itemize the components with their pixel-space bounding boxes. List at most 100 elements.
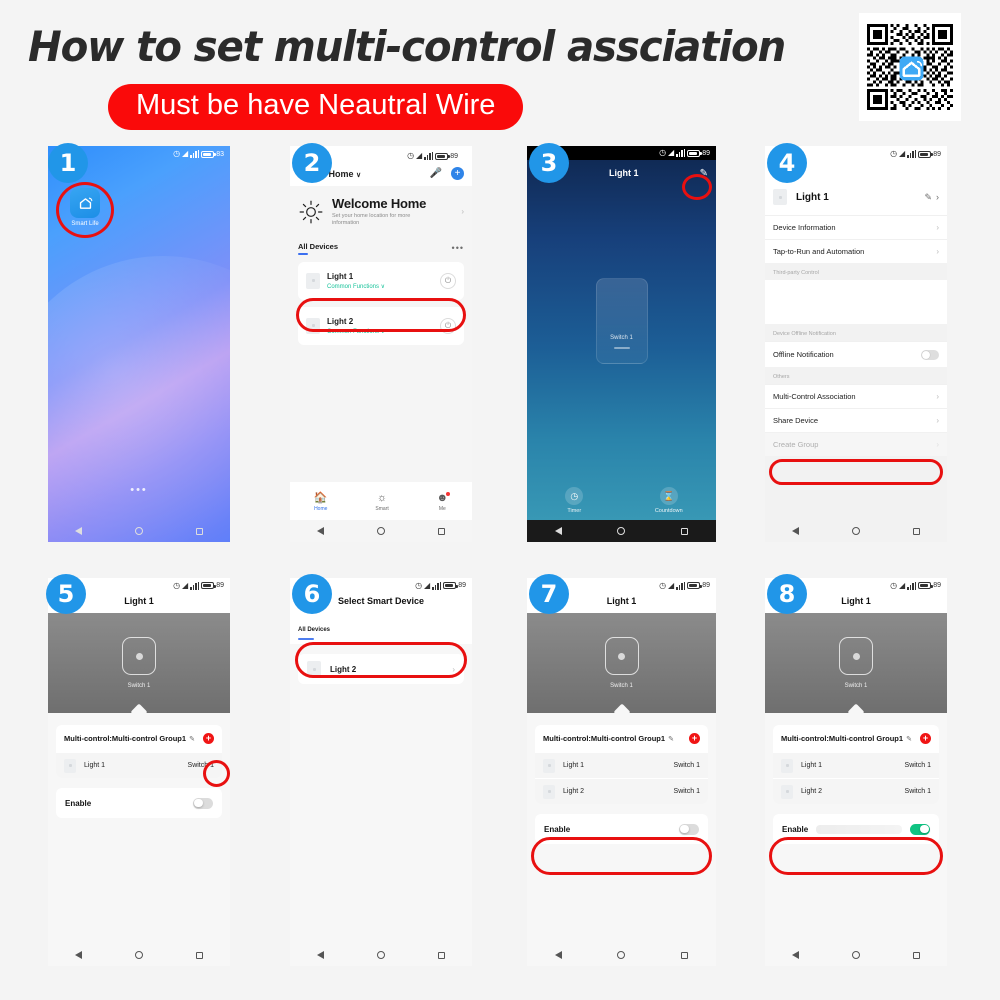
enable-toggle[interactable]	[910, 823, 930, 835]
add-device-button[interactable]: +	[203, 733, 214, 744]
pencil-edit-icon[interactable]: ✎	[700, 168, 708, 179]
enable-toggle[interactable]	[193, 797, 213, 809]
switch-label: Switch 1	[610, 335, 633, 341]
device-hero-area: Switch 1	[48, 613, 230, 721]
android-back-icon[interactable]	[316, 951, 324, 959]
switch-button[interactable]	[122, 637, 156, 675]
switch-label: Switch 1	[844, 683, 868, 689]
smart-life-app-icon[interactable]	[70, 188, 100, 218]
pencil-edit-icon[interactable]: ✎	[189, 735, 195, 743]
row-offline-notification[interactable]: Offline Notification	[765, 341, 947, 367]
battery-icon	[687, 582, 703, 589]
enable-toggle[interactable]	[679, 823, 699, 835]
chevron-right-icon: ›	[936, 223, 939, 232]
row-tap-to-run[interactable]: Tap-to-Run and Automation ›	[765, 239, 947, 263]
battery-percent: 83	[216, 150, 224, 158]
qr-code	[859, 13, 961, 121]
android-home-icon[interactable]	[376, 951, 385, 959]
tab-all-devices[interactable]: All Devices	[298, 242, 338, 255]
android-recents-icon[interactable]	[913, 527, 921, 535]
group-member-row[interactable]: Light 1 Switch 1	[535, 752, 708, 778]
add-device-button[interactable]: +	[451, 167, 464, 180]
enable-card[interactable]: Enable	[56, 788, 222, 818]
android-home-icon[interactable]	[376, 527, 385, 535]
tab-me[interactable]: ☻ Me	[437, 492, 451, 512]
step-badge-1: 1	[48, 143, 88, 183]
microphone-icon[interactable]: 🎤	[430, 168, 442, 179]
power-icon[interactable]: ⏻	[440, 317, 456, 334]
row-create-group[interactable]: Create Group ›	[765, 432, 947, 456]
android-recents-icon[interactable]	[196, 527, 204, 535]
battery-icon	[201, 582, 217, 589]
android-home-icon[interactable]	[617, 951, 626, 959]
pencil-edit-icon[interactable]: ✎	[668, 735, 674, 743]
pencil-edit-icon[interactable]: ✎	[924, 192, 932, 203]
android-recents-icon[interactable]	[681, 951, 689, 959]
wifi-icon: ◢	[668, 580, 675, 590]
row-share-device[interactable]: Share Device ›	[765, 408, 947, 432]
android-back-icon[interactable]	[791, 951, 799, 959]
switch-button[interactable]	[839, 637, 873, 675]
android-home-icon[interactable]	[851, 527, 860, 535]
device-card-light-2[interactable]: Light 2 Common Functions ∨ ⏻	[298, 306, 464, 345]
group-member-row[interactable]: Light 1 Switch 1	[56, 752, 222, 778]
android-back-icon[interactable]	[74, 527, 82, 535]
power-icon[interactable]: ⏻	[440, 272, 456, 289]
android-back-icon[interactable]	[554, 951, 562, 959]
timer-button[interactable]: ◷ Timer	[527, 487, 622, 514]
enable-label: Enable	[544, 824, 571, 834]
page-title: How to set multi-control assciation	[28, 22, 786, 71]
page-title: Light 1	[609, 168, 639, 178]
step-badge-7: 7	[529, 574, 569, 614]
alarm-clock-icon: ◷	[890, 149, 898, 158]
device-subtitle[interactable]: Common Functions ∨	[327, 283, 385, 290]
page-title: Light 1	[124, 596, 154, 606]
device-header[interactable]: Light 1 ✎ ›	[765, 181, 947, 215]
section-device-offline: Device Offline Notification	[773, 331, 836, 337]
device-card-light-1[interactable]: Light 1 Common Functions ∨ ⏻	[298, 261, 464, 300]
more-options-icon[interactable]: •••	[452, 243, 464, 253]
row-multi-control-association[interactable]: Multi-Control Association ›	[765, 384, 947, 408]
group-member-row[interactable]: Light 2 Switch 1	[773, 778, 939, 804]
android-recents-icon[interactable]	[438, 527, 446, 535]
android-home-icon[interactable]	[134, 951, 143, 959]
tab-smart[interactable]: ☼ Smart	[375, 493, 388, 513]
android-back-icon[interactable]	[554, 527, 562, 535]
android-home-icon[interactable]	[134, 527, 143, 535]
tab-home[interactable]: 🏠 Home	[314, 493, 328, 513]
android-back-icon[interactable]	[74, 951, 82, 959]
row-device-information[interactable]: Device Information ›	[765, 215, 947, 239]
member-switch-name: Switch 1	[904, 762, 931, 769]
battery-percent: 89	[450, 152, 458, 160]
pencil-edit-icon[interactable]: ✎	[906, 735, 912, 743]
wifi-icon: ◢	[424, 580, 431, 590]
home-page-dots: •••	[130, 484, 148, 496]
switch-indicator	[613, 347, 630, 349]
android-recents-icon[interactable]	[913, 951, 921, 959]
offline-notification-toggle[interactable]	[921, 349, 939, 360]
android-back-icon[interactable]	[316, 527, 324, 535]
android-home-icon[interactable]	[617, 527, 626, 535]
selectable-device-light-2[interactable]: Light 2 ›	[298, 654, 464, 684]
countdown-button[interactable]: ⌛ Countdown	[622, 487, 717, 514]
android-home-icon[interactable]	[851, 951, 860, 959]
chevron-right-icon: ›	[461, 207, 464, 217]
switch-control[interactable]: Switch 1	[595, 278, 648, 364]
android-recents-icon[interactable]	[196, 951, 204, 959]
group-member-row[interactable]: Light 2 Switch 1	[535, 778, 708, 804]
device-subtitle[interactable]: Common Functions ∨	[327, 328, 385, 335]
android-recents-icon[interactable]	[681, 527, 689, 535]
welcome-banner[interactable]: Welcome Home Set your home location for …	[290, 186, 472, 234]
add-device-button[interactable]: +	[920, 733, 931, 744]
chevron-right-icon: ›	[936, 416, 939, 425]
android-back-icon[interactable]	[791, 527, 799, 535]
tab-all-devices[interactable]: All Devices	[298, 618, 464, 640]
android-recents-icon[interactable]	[438, 951, 446, 959]
switch-button[interactable]	[604, 637, 639, 675]
add-device-button[interactable]: +	[689, 733, 700, 744]
enable-card[interactable]: Enable	[773, 814, 939, 844]
enable-card[interactable]: Enable	[535, 814, 708, 844]
group-member-row[interactable]: Light 1 Switch 1	[773, 752, 939, 778]
smart-life-app-shortcut[interactable]: Smart Life	[62, 188, 108, 227]
enable-blur-area	[816, 824, 902, 834]
